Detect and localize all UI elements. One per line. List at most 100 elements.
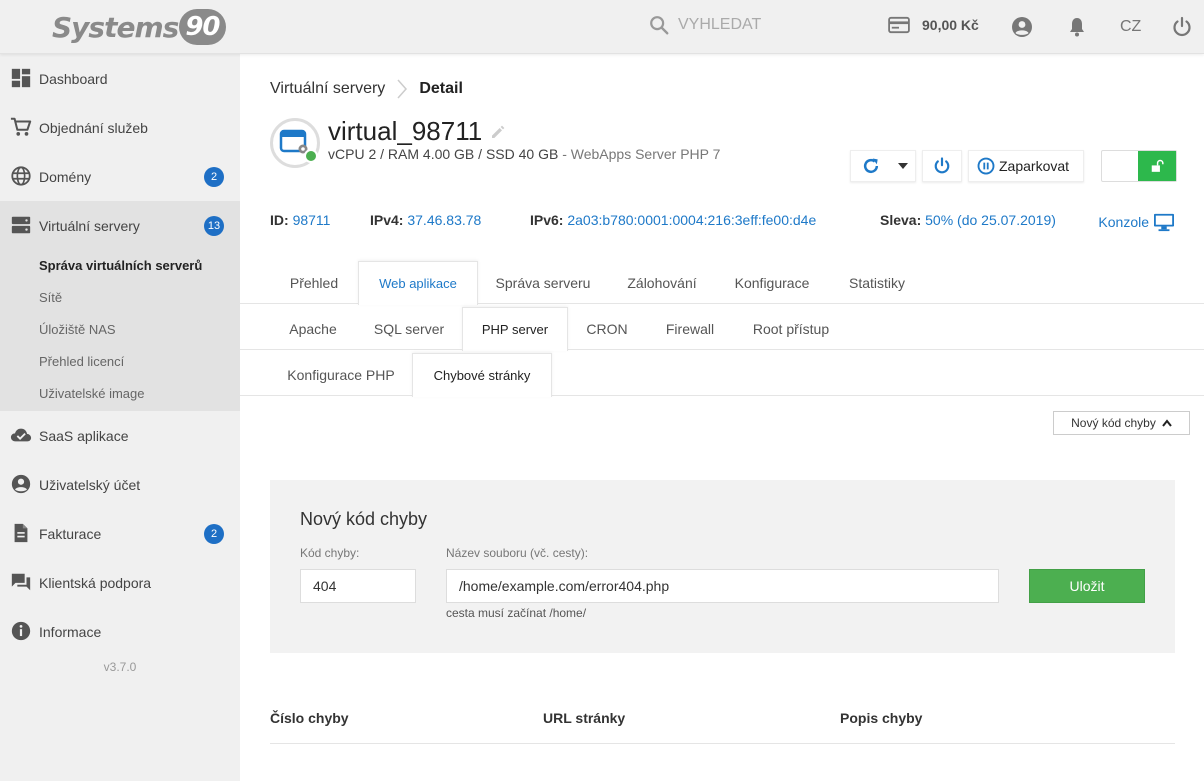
- column-error-number: Číslo chyby: [270, 710, 349, 726]
- sidebar-item-label: Fakturace: [39, 525, 102, 542]
- server-info-row: ID: 98711 IPv4: 37.46.83.78 IPv6: 2a03:b…: [270, 212, 1175, 232]
- tab-server-management[interactable]: Správa serveru: [478, 262, 608, 304]
- status-online-dot: [304, 149, 318, 163]
- sidebar-item-information[interactable]: Informace: [0, 607, 240, 656]
- tab-statistics[interactable]: Statistiky: [828, 262, 926, 304]
- new-error-code-toggle-label: Nový kód chyby: [1071, 416, 1156, 430]
- language-switch[interactable]: CZ: [1120, 18, 1141, 36]
- info-icon: [11, 621, 31, 641]
- tab-root-access[interactable]: Root přístup: [734, 308, 848, 350]
- tabs-main: Přehled Web aplikace Správa serveru Zálo…: [240, 261, 1204, 305]
- form-title: Nový kód chyby: [300, 509, 428, 529]
- count-badge: 13: [204, 215, 224, 236]
- refresh-icon: [863, 158, 879, 174]
- tab-php-server[interactable]: PHP server: [462, 307, 568, 351]
- submenu-item-user-images[interactable]: Uživatelské image: [39, 386, 145, 401]
- submenu-item-networks[interactable]: Sítě: [39, 290, 62, 305]
- breadcrumb-current: Detail: [419, 80, 463, 97]
- sidebar-item-support[interactable]: Klientská podpora: [0, 558, 240, 607]
- sidebar-item-user-account[interactable]: Uživatelský účet: [0, 460, 240, 509]
- bell-icon[interactable]: [1065, 15, 1089, 39]
- save-button[interactable]: Uložit: [1029, 569, 1145, 603]
- tab-web-apps[interactable]: Web aplikace: [358, 261, 478, 305]
- sidebar-item-billing[interactable]: Fakturace 2: [0, 509, 240, 558]
- pause-circle-icon: [977, 157, 995, 175]
- park-label: Zaparkovat: [999, 158, 1070, 174]
- sidebar-item-label: Dashboard: [39, 70, 108, 87]
- search-box[interactable]: VYHLEDAT: [648, 14, 761, 36]
- park-button[interactable]: Zaparkovat: [968, 150, 1084, 182]
- power-button[interactable]: [922, 150, 962, 182]
- tab-cron[interactable]: CRON: [568, 308, 646, 350]
- power-icon: [934, 157, 950, 174]
- toggle-on-state: [1138, 151, 1176, 181]
- server-name-text: virtual_98711: [328, 116, 483, 146]
- restart-dropdown[interactable]: [850, 150, 916, 182]
- sidebar-item-label: Virtuální servery: [39, 217, 140, 234]
- breadcrumb-parent[interactable]: Virtuální servery: [270, 80, 385, 98]
- server-name: virtual_98711: [328, 116, 506, 147]
- discount-value: 50% (do 25.07.2019): [925, 212, 1056, 228]
- tab-configuration[interactable]: Konfigurace: [716, 262, 828, 304]
- tab-backups[interactable]: Zálohování: [608, 262, 716, 304]
- lock-toggle[interactable]: [1101, 150, 1177, 182]
- chevron-up-icon: [1162, 419, 1172, 427]
- file-path-input[interactable]: /home/example.com/error404.php: [446, 569, 999, 603]
- restart-button[interactable]: [851, 151, 891, 181]
- column-page-url: URL stránky: [543, 710, 626, 726]
- logo-text: Systems: [52, 10, 179, 44]
- count-badge: 2: [204, 166, 224, 187]
- sidebar-item-virtual-servers[interactable]: Virtuální servery 13: [0, 201, 240, 250]
- sidebar-item-label: Uživatelský účet: [39, 476, 141, 493]
- server-spec-text: vCPU 2 / RAM 4.00 GB / SSD 40 GB: [328, 146, 559, 162]
- error-code-input[interactable]: 404: [300, 569, 416, 603]
- server-ipv4: IPv4: 37.46.83.78: [370, 212, 481, 228]
- tab-sql-server[interactable]: SQL server: [356, 308, 462, 350]
- ipv4-value[interactable]: 37.46.83.78: [407, 212, 481, 228]
- credit-amount: 90,00 Kč: [922, 17, 979, 33]
- new-error-code-toggle[interactable]: Nový kód chyby: [1053, 411, 1190, 435]
- monitor-icon: [1154, 213, 1174, 232]
- credit-balance[interactable]: 90,00 Kč: [888, 16, 979, 34]
- tab-error-pages[interactable]: Chybové stránky: [412, 353, 552, 397]
- ipv6-value[interactable]: 2a03:b780:0001:0004:216:3eff:fe00:d4e: [567, 212, 816, 228]
- search-icon: [650, 16, 669, 35]
- server-id: ID: 98711: [270, 212, 330, 228]
- tab-apache[interactable]: Apache: [270, 308, 356, 350]
- tabs-php-server: Konfigurace PHP Chybové stránky: [240, 353, 1204, 397]
- sidebar-item-domains[interactable]: Domény 2: [0, 152, 240, 201]
- breadcrumb: Virtuální servery Detail: [270, 78, 463, 100]
- pencil-edit-icon[interactable]: [490, 124, 506, 140]
- console-link[interactable]: Konzole: [1098, 212, 1175, 232]
- ipv4-label: IPv4:: [370, 212, 404, 228]
- sidebar-item-order-services[interactable]: Objednání služeb: [0, 103, 240, 152]
- count-badge: 2: [204, 523, 224, 544]
- sidebar-item-label: Objednání služeb: [39, 119, 148, 136]
- submenu-item-manage-servers[interactable]: Správa virtuálních serverů: [39, 258, 202, 273]
- account-circle-icon[interactable]: [1010, 15, 1034, 39]
- submenu-item-nas-storage[interactable]: Úložiště NAS: [39, 322, 116, 337]
- power-icon[interactable]: [1170, 15, 1194, 39]
- file-name-label: Název souboru (vč. cesty):: [446, 546, 589, 560]
- ipv6-label: IPv6:: [530, 212, 564, 228]
- sidebar-item-label: Klientská podpora: [39, 574, 152, 591]
- error-pages-table-header: Číslo chyby URL stránky Popis chyby: [270, 704, 1175, 744]
- document-icon: [14, 523, 28, 543]
- sidebar: Dashboard Objednání služeb Domény 2 Virt…: [0, 54, 240, 781]
- console-label: Konzole: [1098, 214, 1149, 230]
- server-discount: Sleva: 50% (do 25.07.2019): [880, 212, 1056, 228]
- main-content: Virtuální servery Detail virtual_98711 v…: [240, 54, 1204, 781]
- restart-options-toggle[interactable]: [891, 151, 915, 181]
- error-code-label: Kód chyby:: [300, 546, 360, 560]
- tab-php-configuration[interactable]: Konfigurace PHP: [270, 354, 412, 396]
- logo[interactable]: Systems 90: [52, 9, 226, 45]
- server-id-label: ID:: [270, 212, 289, 228]
- sidebar-item-dashboard[interactable]: Dashboard: [0, 54, 240, 103]
- tab-overview[interactable]: Přehled: [270, 262, 358, 304]
- discount-label: Sleva:: [880, 212, 922, 228]
- column-error-description: Popis chyby: [840, 710, 923, 726]
- sidebar-item-label: SaaS aplikace: [39, 427, 129, 444]
- submenu-item-licenses[interactable]: Přehled licencí: [39, 354, 124, 369]
- tab-firewall[interactable]: Firewall: [646, 308, 734, 350]
- sidebar-item-saas[interactable]: SaaS aplikace: [0, 411, 240, 460]
